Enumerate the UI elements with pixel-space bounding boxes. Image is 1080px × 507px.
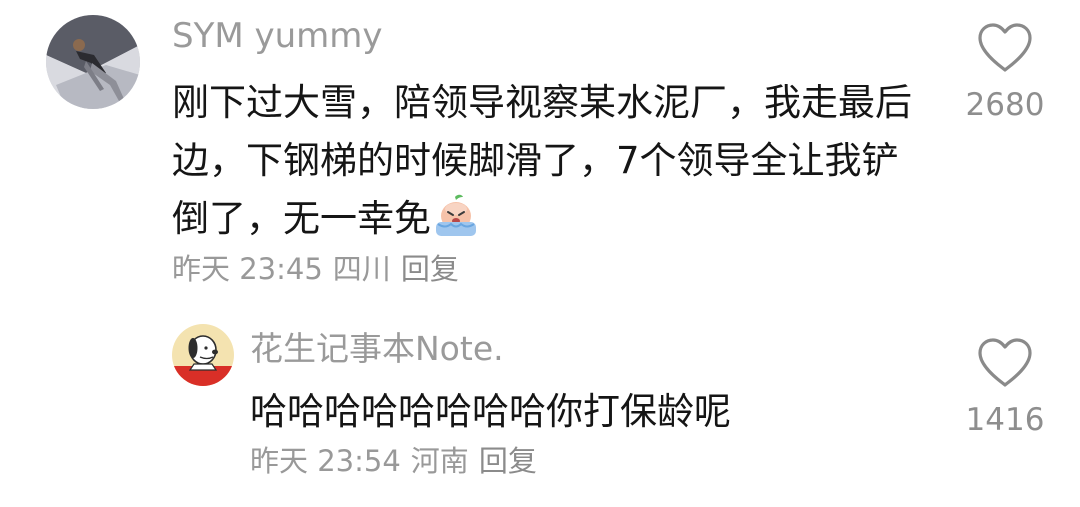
comment-text-content: 刚下过大雪，陪领导视察某水泥厂，我走最后边，下钢梯的时候脚滑了，7个领导全让我铲… bbox=[172, 81, 912, 240]
comment-location: 河南 bbox=[410, 444, 469, 478]
username[interactable]: SYM yummy bbox=[172, 16, 383, 56]
reply-button[interactable]: 回复 bbox=[401, 252, 459, 286]
reply-button[interactable]: 回复 bbox=[479, 444, 537, 478]
comment-meta: 昨天 23:45 四川 回复 bbox=[172, 251, 469, 287]
avatar[interactable] bbox=[172, 324, 234, 386]
like-button[interactable]: 2680 bbox=[950, 22, 1060, 124]
reply-item: 花生记事本Note. 哈哈哈哈哈哈哈哈你打保龄呢 昨天 23:54 河南 回复 14… bbox=[0, 300, 1080, 507]
comment-time: 昨天 23:45 bbox=[172, 252, 323, 286]
comment-time: 昨天 23:54 bbox=[250, 444, 401, 478]
heart-outline-icon bbox=[978, 23, 1032, 72]
comment-text: 哈哈哈哈哈哈哈哈你打保龄呢 bbox=[250, 390, 731, 433]
avatar[interactable] bbox=[46, 15, 140, 109]
like-count: 1416 bbox=[965, 402, 1045, 438]
crying-emoji-icon bbox=[433, 193, 479, 239]
like-count: 2680 bbox=[965, 87, 1045, 123]
comment-meta: 昨天 23:54 河南 回复 bbox=[250, 443, 547, 479]
heart-outline-icon bbox=[978, 338, 1032, 387]
like-button[interactable]: 1416 bbox=[950, 337, 1060, 439]
username[interactable]: 花生记事本Note. bbox=[250, 329, 504, 369]
comment-text: 刚下过大雪，陪领导视察某水泥厂，我走最后边，下钢梯的时候脚滑了，7个领导全让我铲… bbox=[172, 74, 932, 248]
comment-location: 四川 bbox=[332, 252, 391, 286]
comment-item: SYM yummy 刚下过大雪，陪领导视察某水泥厂，我走最后边，下钢梯的时候脚滑… bbox=[0, 0, 1080, 300]
